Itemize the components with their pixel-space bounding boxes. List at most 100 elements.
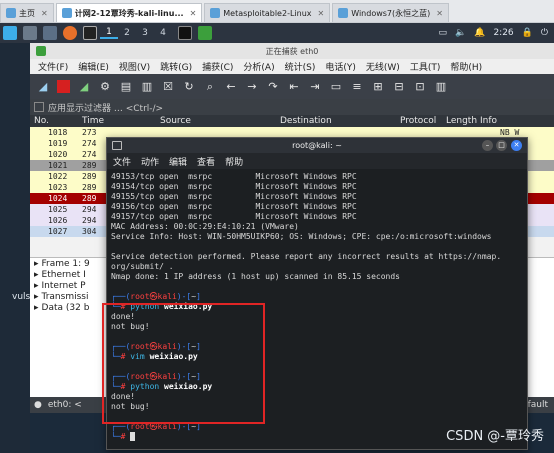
close-file-icon[interactable]: ☒ xyxy=(161,80,175,94)
wireshark-logo-icon xyxy=(36,46,46,56)
prompt-user: root xyxy=(130,292,150,301)
autoscroll-icon[interactable]: ▭ xyxy=(329,80,343,94)
packet-no: 1023 xyxy=(48,183,68,192)
wireshark-task-icon[interactable] xyxy=(198,26,212,40)
desktop-label: vuls xyxy=(12,292,31,302)
col-no[interactable]: No. xyxy=(30,116,82,126)
tab-kali[interactable]: 计网2-12覃玲秀-kali-linu... ✕ xyxy=(55,3,203,22)
col-time[interactable]: Time xyxy=(82,116,160,126)
restart-icon[interactable]: ◢ xyxy=(77,80,91,94)
expand-icon[interactable]: ▸ xyxy=(34,270,39,280)
shark-fin-start-icon[interactable]: ◢ xyxy=(36,80,50,94)
kali-menu-icon[interactable] xyxy=(3,26,17,40)
terminal-line: 49157/tcp open msrpc Microsoft Windows R… xyxy=(111,212,357,221)
stop-icon[interactable] xyxy=(57,80,70,93)
find-icon[interactable]: ⌕ xyxy=(203,80,217,94)
col-length[interactable]: Length xyxy=(446,116,480,126)
menu-analyze[interactable]: 分析(A) xyxy=(243,60,274,73)
open-icon[interactable]: ▤ xyxy=(119,80,133,94)
interface-status: eth0: < xyxy=(47,400,82,410)
packet-time: 273 xyxy=(82,128,97,137)
expand-icon[interactable]: ▸ xyxy=(34,292,39,302)
last-packet-icon[interactable]: ⇥ xyxy=(308,80,322,94)
reload-icon[interactable]: ↻ xyxy=(182,80,196,94)
term-menu-help[interactable]: 帮助 xyxy=(225,155,243,168)
volume-icon[interactable]: 🔈 xyxy=(455,28,466,38)
menu-view[interactable]: 视图(V) xyxy=(119,60,150,73)
packet-no: 1018 xyxy=(48,128,68,137)
terminal-line: Service Info: Host: WIN-50HM5UIKP60; OS:… xyxy=(111,232,492,241)
resize-columns-icon[interactable]: ▥ xyxy=(434,80,448,94)
zoom-in-icon[interactable]: ⊞ xyxy=(371,80,385,94)
status-ready-icon: ● xyxy=(34,400,42,410)
tab-windows7[interactable]: Windows7(永恒之蓝) ✕ xyxy=(332,3,449,22)
wireshark-toolbar: ◢ ◢ ⚙ ▤ ▥ ☒ ↻ ⌕ ← → ↷ ⇤ ⇥ ▭ ≡ ⊞ ⊟ ⊡ ▥ xyxy=(30,74,554,99)
bell-icon[interactable]: 🔔 xyxy=(474,28,485,38)
term-menu-action[interactable]: 动作 xyxy=(141,155,159,168)
options-icon[interactable]: ⚙ xyxy=(98,80,112,94)
forward-icon[interactable]: → xyxy=(245,80,259,94)
vm-icon xyxy=(338,8,349,18)
bookmark-icon[interactable] xyxy=(34,102,44,112)
workspace-1[interactable]: 1 xyxy=(100,27,118,39)
home-icon xyxy=(6,8,16,18)
expand-icon[interactable]: ▸ xyxy=(34,303,39,313)
tab-metasploitable[interactable]: Metasploitable2-Linux ✕ xyxy=(204,3,331,22)
packet-no: 1025 xyxy=(48,205,68,214)
zoom-out-icon[interactable]: ⊟ xyxy=(392,80,406,94)
display-filter-bar[interactable]: 应用显示过滤器 … <Ctrl-/> xyxy=(30,99,554,115)
desktop-background xyxy=(0,43,30,453)
menu-capture[interactable]: 捕获(C) xyxy=(202,60,233,73)
term-menu-file[interactable]: 文件 xyxy=(113,155,131,168)
workspace-4[interactable]: 4 xyxy=(154,28,172,38)
workspace-3[interactable]: 3 xyxy=(136,28,154,38)
shell-prompt: ┌──(root㉿kali)-[~] xyxy=(111,292,201,301)
colorize-icon[interactable]: ≡ xyxy=(350,80,364,94)
vm-icon xyxy=(210,8,221,18)
menu-statistics[interactable]: 统计(S) xyxy=(285,60,316,73)
save-icon[interactable]: ▥ xyxy=(140,80,154,94)
term-menu-view[interactable]: 查看 xyxy=(197,155,215,168)
zoom-reset-icon[interactable]: ⊡ xyxy=(413,80,427,94)
close-icon[interactable]: ✕ xyxy=(436,9,443,18)
menu-tools[interactable]: 工具(T) xyxy=(410,60,441,73)
close-icon[interactable]: ✕ xyxy=(190,9,197,18)
terminal-line: org/submit/ . xyxy=(111,262,174,271)
display-filter-input[interactable]: 应用显示过滤器 … <Ctrl-/> xyxy=(48,101,163,114)
file-manager-icon[interactable] xyxy=(43,26,57,40)
monitor-icon[interactable]: ▭ xyxy=(438,28,447,38)
minimize-icon[interactable]: – xyxy=(482,140,493,151)
terminal-icon[interactable] xyxy=(83,26,97,40)
lock-icon[interactable]: 🔒 xyxy=(522,28,533,38)
term-menu-edit[interactable]: 编辑 xyxy=(169,155,187,168)
menu-help[interactable]: 帮助(H) xyxy=(450,60,482,73)
workspace-2[interactable]: 2 xyxy=(118,28,136,38)
close-icon[interactable]: ✕ xyxy=(318,9,325,18)
tab-home[interactable]: 主页 ✕ xyxy=(0,3,54,22)
clock: 2:26 xyxy=(493,28,514,38)
packet-no: 1019 xyxy=(48,139,68,148)
menu-go[interactable]: 跳转(G) xyxy=(160,60,192,73)
expand-icon[interactable]: ▸ xyxy=(34,281,39,291)
col-protocol[interactable]: Protocol xyxy=(400,116,446,126)
menu-wireless[interactable]: 无线(W) xyxy=(366,60,400,73)
desktop-icon[interactable] xyxy=(23,26,37,40)
cursor xyxy=(130,432,136,441)
terminal-task-icon[interactable] xyxy=(178,26,192,40)
menu-edit[interactable]: 编辑(E) xyxy=(78,60,109,73)
close-icon[interactable]: ✕ xyxy=(41,9,48,18)
expand-icon[interactable]: ▸ xyxy=(34,259,39,269)
firefox-icon[interactable] xyxy=(63,26,77,40)
power-icon[interactable]: ⏻ xyxy=(541,28,548,38)
maximize-icon[interactable]: □ xyxy=(496,140,507,151)
close-icon[interactable]: ✕ xyxy=(511,140,522,151)
col-destination[interactable]: Destination xyxy=(280,116,400,126)
col-info[interactable]: Info xyxy=(480,116,497,126)
menu-file[interactable]: 文件(F) xyxy=(38,60,68,73)
goto-icon[interactable]: ↷ xyxy=(266,80,280,94)
first-packet-icon[interactable]: ⇤ xyxy=(287,80,301,94)
terminal-line: 49153/tcp open msrpc Microsoft Windows R… xyxy=(111,172,357,181)
col-source[interactable]: Source xyxy=(160,116,280,126)
menu-telephony[interactable]: 电话(Y) xyxy=(325,60,356,73)
back-icon[interactable]: ← xyxy=(224,80,238,94)
